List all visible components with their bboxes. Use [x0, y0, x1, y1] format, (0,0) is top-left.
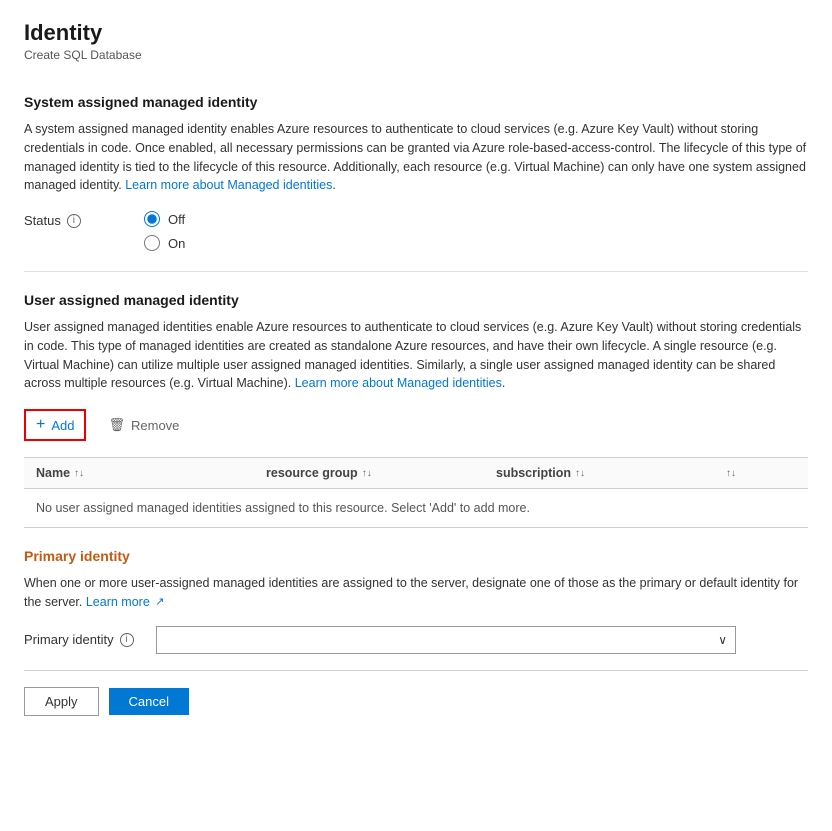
system-assigned-section: System assigned managed identity A syste… — [24, 94, 808, 251]
sort-icon-rg: ↑↓ — [362, 468, 372, 479]
radio-option-on[interactable]: On — [144, 235, 185, 251]
system-assigned-description: A system assigned managed identity enabl… — [24, 120, 808, 195]
cancel-button[interactable]: Cancel — [109, 688, 189, 715]
add-button[interactable]: + Add — [24, 409, 86, 441]
user-assigned-description: User assigned managed identities enable … — [24, 318, 808, 393]
page-subtitle: Create SQL Database — [24, 48, 808, 62]
sort-icon-sub: ↑↓ — [575, 468, 585, 479]
table-header: Name ↑↓ resource group ↑↓ subscription ↑… — [24, 458, 808, 489]
table-header-subscription[interactable]: subscription ↑↓ — [496, 466, 726, 480]
table-empty-message: No user assigned managed identities assi… — [24, 489, 808, 527]
primary-identity-info-icon[interactable]: i — [120, 633, 134, 647]
user-assigned-section: User assigned managed identity User assi… — [24, 292, 808, 528]
radio-group-status: Off On — [144, 211, 185, 251]
plus-icon: + — [36, 416, 45, 434]
system-assigned-title: System assigned managed identity — [24, 94, 808, 110]
primary-identity-section: Primary identity When one or more user-a… — [24, 548, 808, 654]
primary-identity-description: When one or more user-assigned managed i… — [24, 574, 808, 612]
primary-identity-learn-more-link[interactable]: Learn more ↗ — [86, 595, 165, 609]
external-link-icon: ↗ — [155, 596, 164, 608]
table-header-extra: ↑↓ — [726, 466, 786, 480]
user-assigned-title: User assigned managed identity — [24, 292, 808, 308]
radio-option-off[interactable]: Off — [144, 211, 185, 227]
radio-on-input[interactable] — [144, 235, 160, 251]
primary-identity-dropdown[interactable]: ∨ — [156, 626, 736, 654]
chevron-down-icon: ∨ — [718, 633, 727, 647]
primary-identity-title: Primary identity — [24, 548, 808, 564]
status-info-icon[interactable]: i — [67, 214, 81, 228]
system-assigned-learn-more-link[interactable]: Learn more about Managed identities — [125, 178, 332, 192]
primary-identity-label: Primary identity i — [24, 632, 144, 647]
apply-button[interactable]: Apply — [24, 687, 99, 716]
primary-identity-row: Primary identity i ∨ — [24, 626, 808, 654]
user-assigned-learn-more-link[interactable]: Learn more about Managed identities — [295, 376, 502, 390]
radio-on-label: On — [168, 236, 185, 251]
remove-button[interactable]: 🗑 Remove — [98, 412, 189, 438]
table-header-resource-group[interactable]: resource group ↑↓ — [266, 466, 496, 480]
footer-actions: Apply Cancel — [24, 687, 808, 716]
table-header-name[interactable]: Name ↑↓ — [36, 466, 266, 480]
section-divider-1 — [24, 271, 808, 272]
radio-off-input[interactable] — [144, 211, 160, 227]
user-assigned-table: Name ↑↓ resource group ↑↓ subscription ↑… — [24, 457, 808, 528]
bottom-divider — [24, 670, 808, 671]
action-bar: + Add 🗑 Remove — [24, 409, 808, 441]
sort-icon-name: ↑↓ — [74, 468, 84, 479]
page-title: Identity — [24, 20, 808, 46]
status-label: Status i — [24, 211, 104, 228]
trash-icon: 🗑 — [108, 417, 125, 433]
radio-off-label: Off — [168, 212, 185, 227]
status-row: Status i Off On — [24, 211, 808, 251]
remove-label: Remove — [131, 418, 179, 433]
sort-icon-extra: ↑↓ — [726, 468, 736, 479]
add-label: Add — [51, 418, 74, 433]
